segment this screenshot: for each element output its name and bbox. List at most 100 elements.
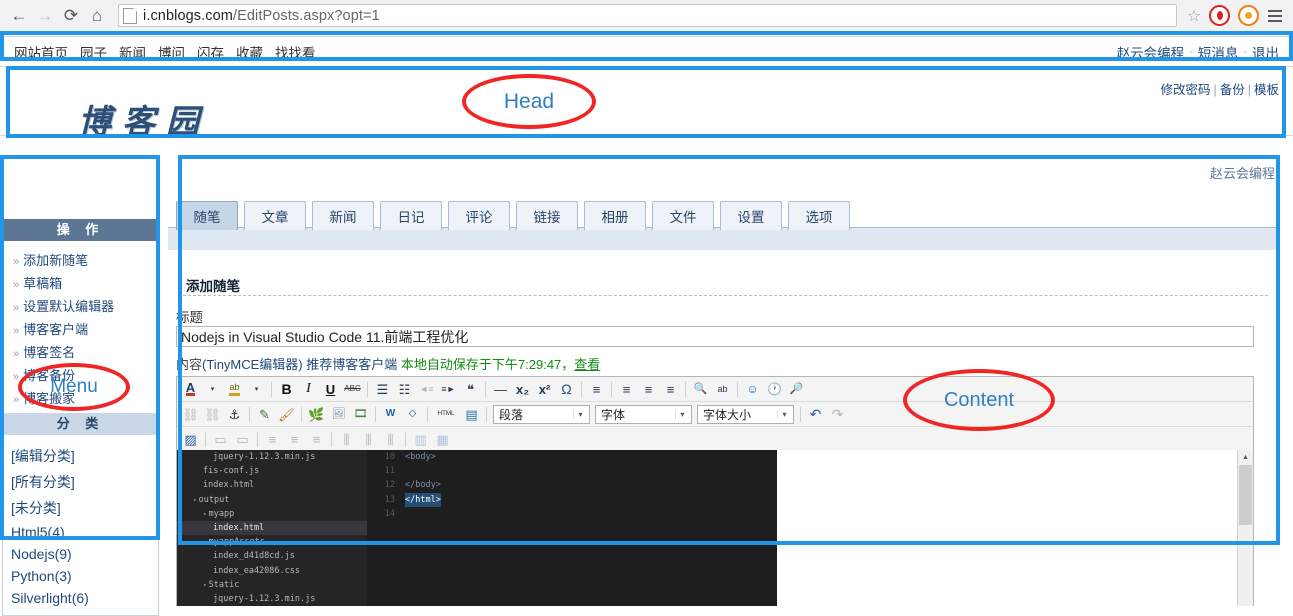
header-link-backup[interactable]: 备份 bbox=[1220, 83, 1245, 97]
table-row-props-icon[interactable]: ▭ bbox=[210, 429, 231, 449]
split-cell-icon[interactable]: ▥ bbox=[410, 429, 431, 449]
sidebar-item-default-editor[interactable]: » 设置默认编辑器 bbox=[3, 294, 158, 317]
insert-row-after-icon[interactable]: ≡ bbox=[284, 429, 305, 449]
undo-icon[interactable]: ↶ bbox=[805, 404, 826, 424]
bookmark-star-icon[interactable]: ☆ bbox=[1183, 5, 1205, 27]
topnav-item-news[interactable]: 新闻 bbox=[119, 42, 146, 62]
topnav-item-favorites[interactable]: 收藏 bbox=[236, 42, 263, 62]
sidebar-item-signature[interactable]: » 博客签名 bbox=[3, 340, 158, 363]
tab-wenjian[interactable]: 文件 bbox=[652, 201, 714, 230]
tab-pinglun[interactable]: 评论 bbox=[448, 201, 510, 230]
topnav-item-yuanzi[interactable]: 园子 bbox=[80, 42, 107, 62]
sidebar-item-migrate[interactable]: » 博客搬家 bbox=[3, 386, 158, 409]
sidebar-category-uncategorized[interactable]: [未分类] bbox=[3, 495, 158, 521]
delete-col-icon[interactable]: ⫼ bbox=[380, 429, 401, 449]
sidebar-item-blog-client[interactable]: » 博客客户端 bbox=[3, 317, 158, 340]
text-color-dropdown-icon[interactable]: ▾ bbox=[202, 379, 223, 399]
align-center-icon[interactable]: ≡ bbox=[638, 379, 659, 399]
topnav-logout[interactable]: 退出 bbox=[1252, 42, 1279, 62]
sidebar-category-label[interactable]: Nodejs(9) bbox=[11, 546, 72, 562]
tab-lianjie[interactable]: 链接 bbox=[516, 201, 578, 230]
topnav-messages[interactable]: 短消息 bbox=[1198, 42, 1239, 62]
preview-icon[interactable]: 🔎 bbox=[786, 379, 807, 399]
horizontal-rule-icon[interactable]: — bbox=[490, 379, 511, 399]
insert-media-icon[interactable]: 🌿 bbox=[306, 404, 327, 424]
insert-image-icon[interactable]: 🖼 bbox=[328, 404, 349, 424]
merge-cell-icon[interactable]: ▦ bbox=[432, 429, 453, 449]
insert-date-icon[interactable]: 🕐 bbox=[764, 379, 785, 399]
tab-xuanxiang[interactable]: 选项 bbox=[788, 201, 850, 230]
align-right-icon[interactable]: ≡ bbox=[660, 379, 681, 399]
sidebar-item-label[interactable]: 博客签名 bbox=[23, 345, 75, 360]
font-size-dropdown[interactable]: 字体大小 ▾ bbox=[697, 404, 794, 424]
opera-extension-icon[interactable] bbox=[1209, 5, 1230, 26]
sidebar-category-html5[interactable]: Html5(4) bbox=[3, 521, 158, 543]
special-char-icon[interactable]: Ω bbox=[556, 379, 577, 399]
tab-suibi[interactable]: 随笔 bbox=[176, 201, 238, 230]
outdent-icon[interactable]: ◄≡ bbox=[416, 379, 437, 399]
paragraph-style-dropdown[interactable]: 段落 ▾ bbox=[493, 404, 590, 424]
editor-scrollbar[interactable]: ▲ bbox=[1237, 450, 1253, 606]
back-icon[interactable]: ← bbox=[6, 3, 32, 29]
sidebar-item-label[interactable]: 设置默认编辑器 bbox=[23, 299, 114, 314]
sidebar-category-label[interactable]: Html5(4) bbox=[11, 524, 65, 540]
reload-icon[interactable]: ⟳ bbox=[58, 3, 84, 29]
source-code-icon[interactable]: ◇ bbox=[402, 404, 423, 424]
paste-word-icon[interactable]: W bbox=[380, 404, 401, 424]
unlink-icon[interactable]: ⛓ bbox=[180, 404, 201, 424]
remove-format-icon[interactable]: 🖌 bbox=[276, 404, 297, 424]
address-bar[interactable]: i.cnblogs.com/EditPosts.aspx?opt=1 bbox=[118, 4, 1177, 27]
sidebar-category-label[interactable]: Python(3) bbox=[11, 568, 72, 584]
delete-row-icon[interactable]: ≡ bbox=[306, 429, 327, 449]
insert-col-after-icon[interactable]: ⫼ bbox=[358, 429, 379, 449]
insert-video-icon[interactable]: 🎞 bbox=[350, 404, 371, 424]
bullet-list-icon[interactable]: ☰ bbox=[372, 379, 393, 399]
subscript-icon[interactable]: x₂ bbox=[512, 379, 533, 399]
insert-row-before-icon[interactable]: ≡ bbox=[262, 429, 283, 449]
sidebar-item-label[interactable]: 博客备份 bbox=[23, 368, 75, 383]
sidebar-item-label[interactable]: 添加新随笔 bbox=[23, 253, 88, 268]
header-link-change-password[interactable]: 修改密码 bbox=[1160, 83, 1210, 97]
sidebar-item-label[interactable]: 博客客户端 bbox=[23, 322, 88, 337]
autosave-view-link[interactable]: 查看 bbox=[574, 357, 600, 372]
html-icon[interactable]: HTML bbox=[432, 404, 460, 424]
emoticon-icon[interactable]: ☺ bbox=[742, 379, 763, 399]
font-family-dropdown[interactable]: 字体 ▾ bbox=[595, 404, 692, 424]
sidebar-item-label[interactable]: 博客搬家 bbox=[23, 391, 75, 406]
insert-col-before-icon[interactable]: ⫼ bbox=[336, 429, 357, 449]
anchor-icon[interactable]: ⚓ bbox=[224, 404, 245, 424]
superscript-icon[interactable]: x² bbox=[534, 379, 555, 399]
indent-icon[interactable]: ≡► bbox=[438, 379, 459, 399]
hamburger-menu-icon[interactable] bbox=[1263, 5, 1287, 27]
strikethrough-icon[interactable]: ABC bbox=[342, 379, 363, 399]
background-color-dropdown-icon[interactable]: ▾ bbox=[246, 379, 267, 399]
sidebar-category-label[interactable]: Silverlight(6) bbox=[11, 590, 89, 606]
background-color-icon[interactable]: ab bbox=[224, 379, 245, 399]
text-color-icon[interactable]: A bbox=[180, 379, 201, 399]
site-logo[interactable]: 博客园 bbox=[78, 95, 210, 143]
tab-wenzhang[interactable]: 文章 bbox=[244, 201, 306, 230]
sidebar-category-label[interactable]: [编辑分类] bbox=[11, 448, 75, 464]
blockquote-icon[interactable]: ❝ bbox=[460, 379, 481, 399]
editor-content-area[interactable]: jquery-1.12.3.min.js fis-conf.js index.htm… bbox=[177, 450, 1253, 606]
sidebar-category-all[interactable]: [所有分类] bbox=[3, 469, 158, 495]
underline-icon[interactable]: U bbox=[320, 379, 341, 399]
tab-xinwen[interactable]: 新闻 bbox=[312, 201, 374, 230]
topnav-item-qa[interactable]: 博问 bbox=[158, 42, 185, 62]
redo-icon[interactable]: ↷ bbox=[827, 404, 848, 424]
topnav-item-search[interactable]: 找找看 bbox=[275, 42, 316, 62]
italic-icon[interactable]: I bbox=[298, 379, 319, 399]
table-cell-props-icon[interactable]: ▭ bbox=[232, 429, 253, 449]
header-link-template[interactable]: 模板 bbox=[1254, 83, 1279, 97]
align-left-2-icon[interactable]: ≡ bbox=[616, 379, 637, 399]
sidebar-item-backup[interactable]: » 博客备份 bbox=[3, 363, 158, 386]
cleanup-icon[interactable]: ✎ bbox=[254, 404, 275, 424]
replace-icon[interactable]: ab bbox=[712, 379, 733, 399]
sidebar-item-label[interactable]: 草稿箱 bbox=[23, 276, 62, 291]
tab-xiangce[interactable]: 相册 bbox=[584, 201, 646, 230]
scrollbar-thumb[interactable] bbox=[1239, 465, 1252, 525]
sidebar-item-drafts[interactable]: » 草稿箱 bbox=[3, 271, 158, 294]
sidebar-category-nodejs[interactable]: Nodejs(9) bbox=[3, 543, 158, 565]
edit-table-icon[interactable]: ▨ bbox=[180, 429, 201, 449]
home-icon[interactable]: ⌂ bbox=[84, 3, 110, 29]
